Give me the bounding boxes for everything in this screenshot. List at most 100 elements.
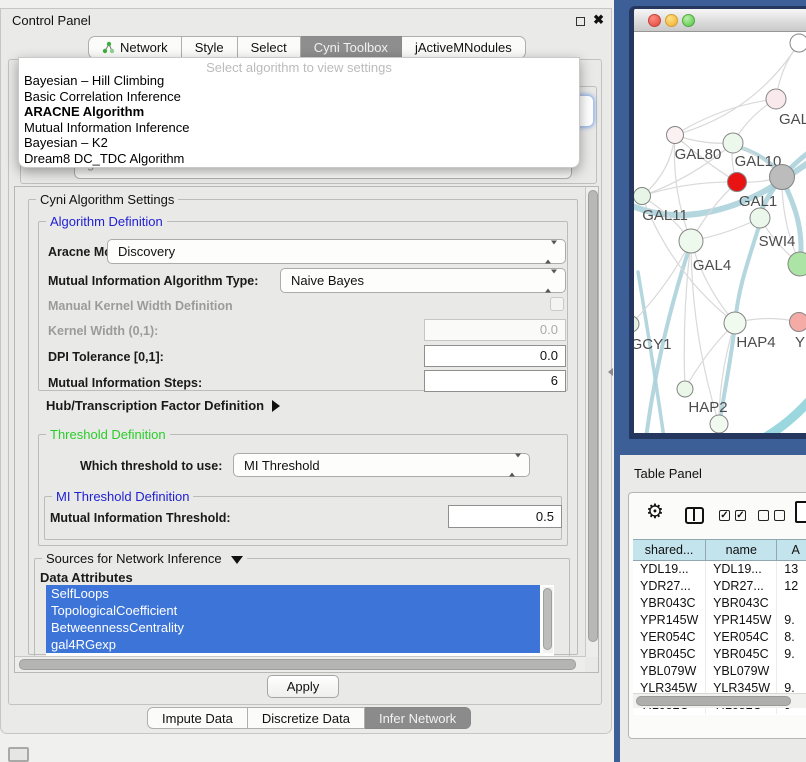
algorithm-item-dream8-dc-tdc-algorithm[interactable]: Dream8 DC_TDC Algorithm xyxy=(19,151,579,167)
attribute-item-betweennesscentrality[interactable]: BetweennessCentrality xyxy=(46,619,540,636)
aracne-mode-combo[interactable]: Discovery xyxy=(107,239,566,264)
deselect-all-checkbox-icon[interactable] xyxy=(774,510,785,521)
table-cell: 12 xyxy=(777,578,806,595)
apply-button[interactable]: Apply xyxy=(267,675,339,698)
tab-select[interactable]: Select xyxy=(238,36,301,59)
network-node-gal1[interactable] xyxy=(728,173,747,192)
dpi-tolerance-field[interactable]: 0.0 xyxy=(424,345,566,367)
network-node-swi4[interactable] xyxy=(750,208,770,228)
network-graph: GALGAL80GAL10GAL1GAL11SWI4GAL4GCY1HAP4YH… xyxy=(634,32,806,433)
table-cell: YER054C xyxy=(706,629,777,646)
table-row[interactable]: YBR045CYBR045C9. xyxy=(633,646,806,663)
gear-icon[interactable]: ⚙ xyxy=(646,502,664,522)
table-horizontal-scrollbar[interactable] xyxy=(633,693,806,708)
columns-icon[interactable] xyxy=(685,507,704,524)
vertical-scroll-thumb[interactable] xyxy=(588,190,598,642)
attribute-item-selfloops[interactable]: SelfLoops xyxy=(46,585,540,602)
table-cell: 13 xyxy=(777,561,806,578)
table-row[interactable]: YPR145WYPR145W9. xyxy=(633,612,806,629)
settings-horizontal-scrollbar[interactable] xyxy=(15,656,585,672)
network-edge xyxy=(691,241,735,323)
threshold-definition-title: Threshold Definition xyxy=(46,427,170,442)
network-node[interactable] xyxy=(770,165,795,190)
algorithm-item-bayesian-hill-climbing[interactable]: Bayesian – Hill Climbing xyxy=(19,73,579,89)
table-row[interactable]: YBL079WYBL079W xyxy=(633,663,806,680)
tab-jactivemnodules[interactable]: jActiveMNodules xyxy=(402,36,526,59)
table-cell: YBR045C xyxy=(633,646,706,663)
attribute-item-gal4rgexp[interactable]: gal4RGexp xyxy=(46,636,540,653)
network-node-gal11[interactable] xyxy=(634,188,651,205)
mi-type-label: Mutual Information Algorithm Type: xyxy=(48,274,258,288)
collapse-arrow-icon[interactable] xyxy=(231,556,243,564)
minimize-traffic-light[interactable] xyxy=(665,14,678,27)
table-header-cell[interactable]: name xyxy=(706,539,777,561)
node-table: shared...nameA YDL19...YDL19...13YDR27..… xyxy=(633,539,806,715)
table-header-cell[interactable]: A xyxy=(777,539,806,561)
algorithm-item-bayesian-k2[interactable]: Bayesian – K2 xyxy=(19,135,579,151)
tab-style[interactable]: Style xyxy=(182,36,238,59)
table-scroll-thumb[interactable] xyxy=(636,696,791,706)
table-header-cell[interactable]: shared... xyxy=(633,539,706,561)
network-node-gal[interactable] xyxy=(766,89,786,109)
tab-infer-network[interactable]: Infer Network xyxy=(365,707,471,729)
table-cell: YBR043C xyxy=(633,595,706,612)
network-node-hap4[interactable] xyxy=(724,312,746,334)
network-node-label: HAP4 xyxy=(736,334,775,351)
bottom-tabs: Impute DataDiscretize DataInfer Network xyxy=(147,707,471,729)
table-cell xyxy=(777,595,806,612)
mi-threshold-group-title: MI Threshold Definition xyxy=(52,489,193,504)
network-window-titlebar[interactable] xyxy=(634,9,806,32)
table-row[interactable]: YDR27...YDR27...12 xyxy=(633,578,806,595)
table-row[interactable]: YDL19...YDL19...13 xyxy=(633,561,806,578)
export-table-icon[interactable] xyxy=(795,501,806,523)
table-row[interactable]: YER054CYER054C8. xyxy=(633,629,806,646)
algorithm-item-mutual-information-inference[interactable]: Mutual Information Inference xyxy=(19,120,579,136)
table-cell: YBL079W xyxy=(633,663,706,680)
network-node-gal4[interactable] xyxy=(679,229,703,253)
kernel-width-field[interactable]: 0.0 xyxy=(424,319,566,341)
data-attributes-list[interactable]: SelfLoopsTopologicalCoefficientBetweenne… xyxy=(46,585,554,657)
network-node-gcy1[interactable] xyxy=(634,316,639,332)
table-panel-title: Table Panel xyxy=(634,466,702,481)
deselect-all-checkbox-icon[interactable] xyxy=(758,510,769,521)
collapsed-panel-icon[interactable] xyxy=(8,747,29,762)
threshold-combo[interactable]: MI Threshold xyxy=(233,453,530,477)
close-panel-icon[interactable]: ✖ xyxy=(593,12,604,28)
manual-kernel-checkbox[interactable] xyxy=(550,297,564,311)
network-node-y[interactable] xyxy=(790,313,806,332)
tab-cyni-toolbox[interactable]: Cyni Toolbox xyxy=(301,36,402,59)
list-scrollbar[interactable] xyxy=(543,587,553,653)
panel-collapse-handle-icon[interactable] xyxy=(608,368,613,376)
mi-threshold-field[interactable]: 0.5 xyxy=(448,505,562,528)
mi-steps-field[interactable]: 6 xyxy=(424,370,566,392)
tab-discretize-data[interactable]: Discretize Data xyxy=(248,707,365,729)
settings-vertical-scrollbar[interactable] xyxy=(585,187,598,657)
tab-network[interactable]: Network xyxy=(88,36,182,59)
tab-label: jActiveMNodules xyxy=(415,40,512,55)
network-node-label: GAL xyxy=(779,111,806,128)
hub-factor-expander[interactable]: Hub/Transcription Factor Definition xyxy=(46,398,280,413)
network-node-gal10[interactable] xyxy=(723,133,743,153)
float-window-icon[interactable] xyxy=(576,17,585,26)
select-all-checkbox-icon[interactable]: ✓ xyxy=(735,510,746,521)
network-node[interactable] xyxy=(790,34,806,52)
algorithm-item-basic-correlation-inference[interactable]: Basic Correlation Inference xyxy=(19,89,579,105)
expander-arrow-icon xyxy=(272,400,280,412)
network-node[interactable] xyxy=(710,415,728,433)
select-all-checkbox-icon[interactable]: ✓ xyxy=(719,510,730,521)
tab-impute-data[interactable]: Impute Data xyxy=(147,707,248,729)
table-cell: YBR043C xyxy=(706,595,777,612)
close-traffic-light[interactable] xyxy=(648,14,661,27)
zoom-traffic-light[interactable] xyxy=(682,14,695,27)
list-scroll-thumb[interactable] xyxy=(543,588,552,650)
table-cell: YDR27... xyxy=(706,578,777,595)
mi-type-combo[interactable]: Naive Bayes xyxy=(280,268,566,293)
algorithm-item-aracne-algorithm[interactable]: ARACNE Algorithm xyxy=(19,104,579,120)
network-node-hap2[interactable] xyxy=(677,381,693,397)
horizontal-scroll-thumb[interactable] xyxy=(19,659,576,670)
network-node-gal80[interactable] xyxy=(667,127,684,144)
network-node-label: GAL1 xyxy=(739,193,777,210)
attribute-item-topologicalcoefficient[interactable]: TopologicalCoefficient xyxy=(46,602,540,619)
table-row[interactable]: YBR043CYBR043C xyxy=(633,595,806,612)
network-canvas[interactable]: GALGAL80GAL10GAL1GAL11SWI4GAL4GCY1HAP4YH… xyxy=(634,32,806,433)
